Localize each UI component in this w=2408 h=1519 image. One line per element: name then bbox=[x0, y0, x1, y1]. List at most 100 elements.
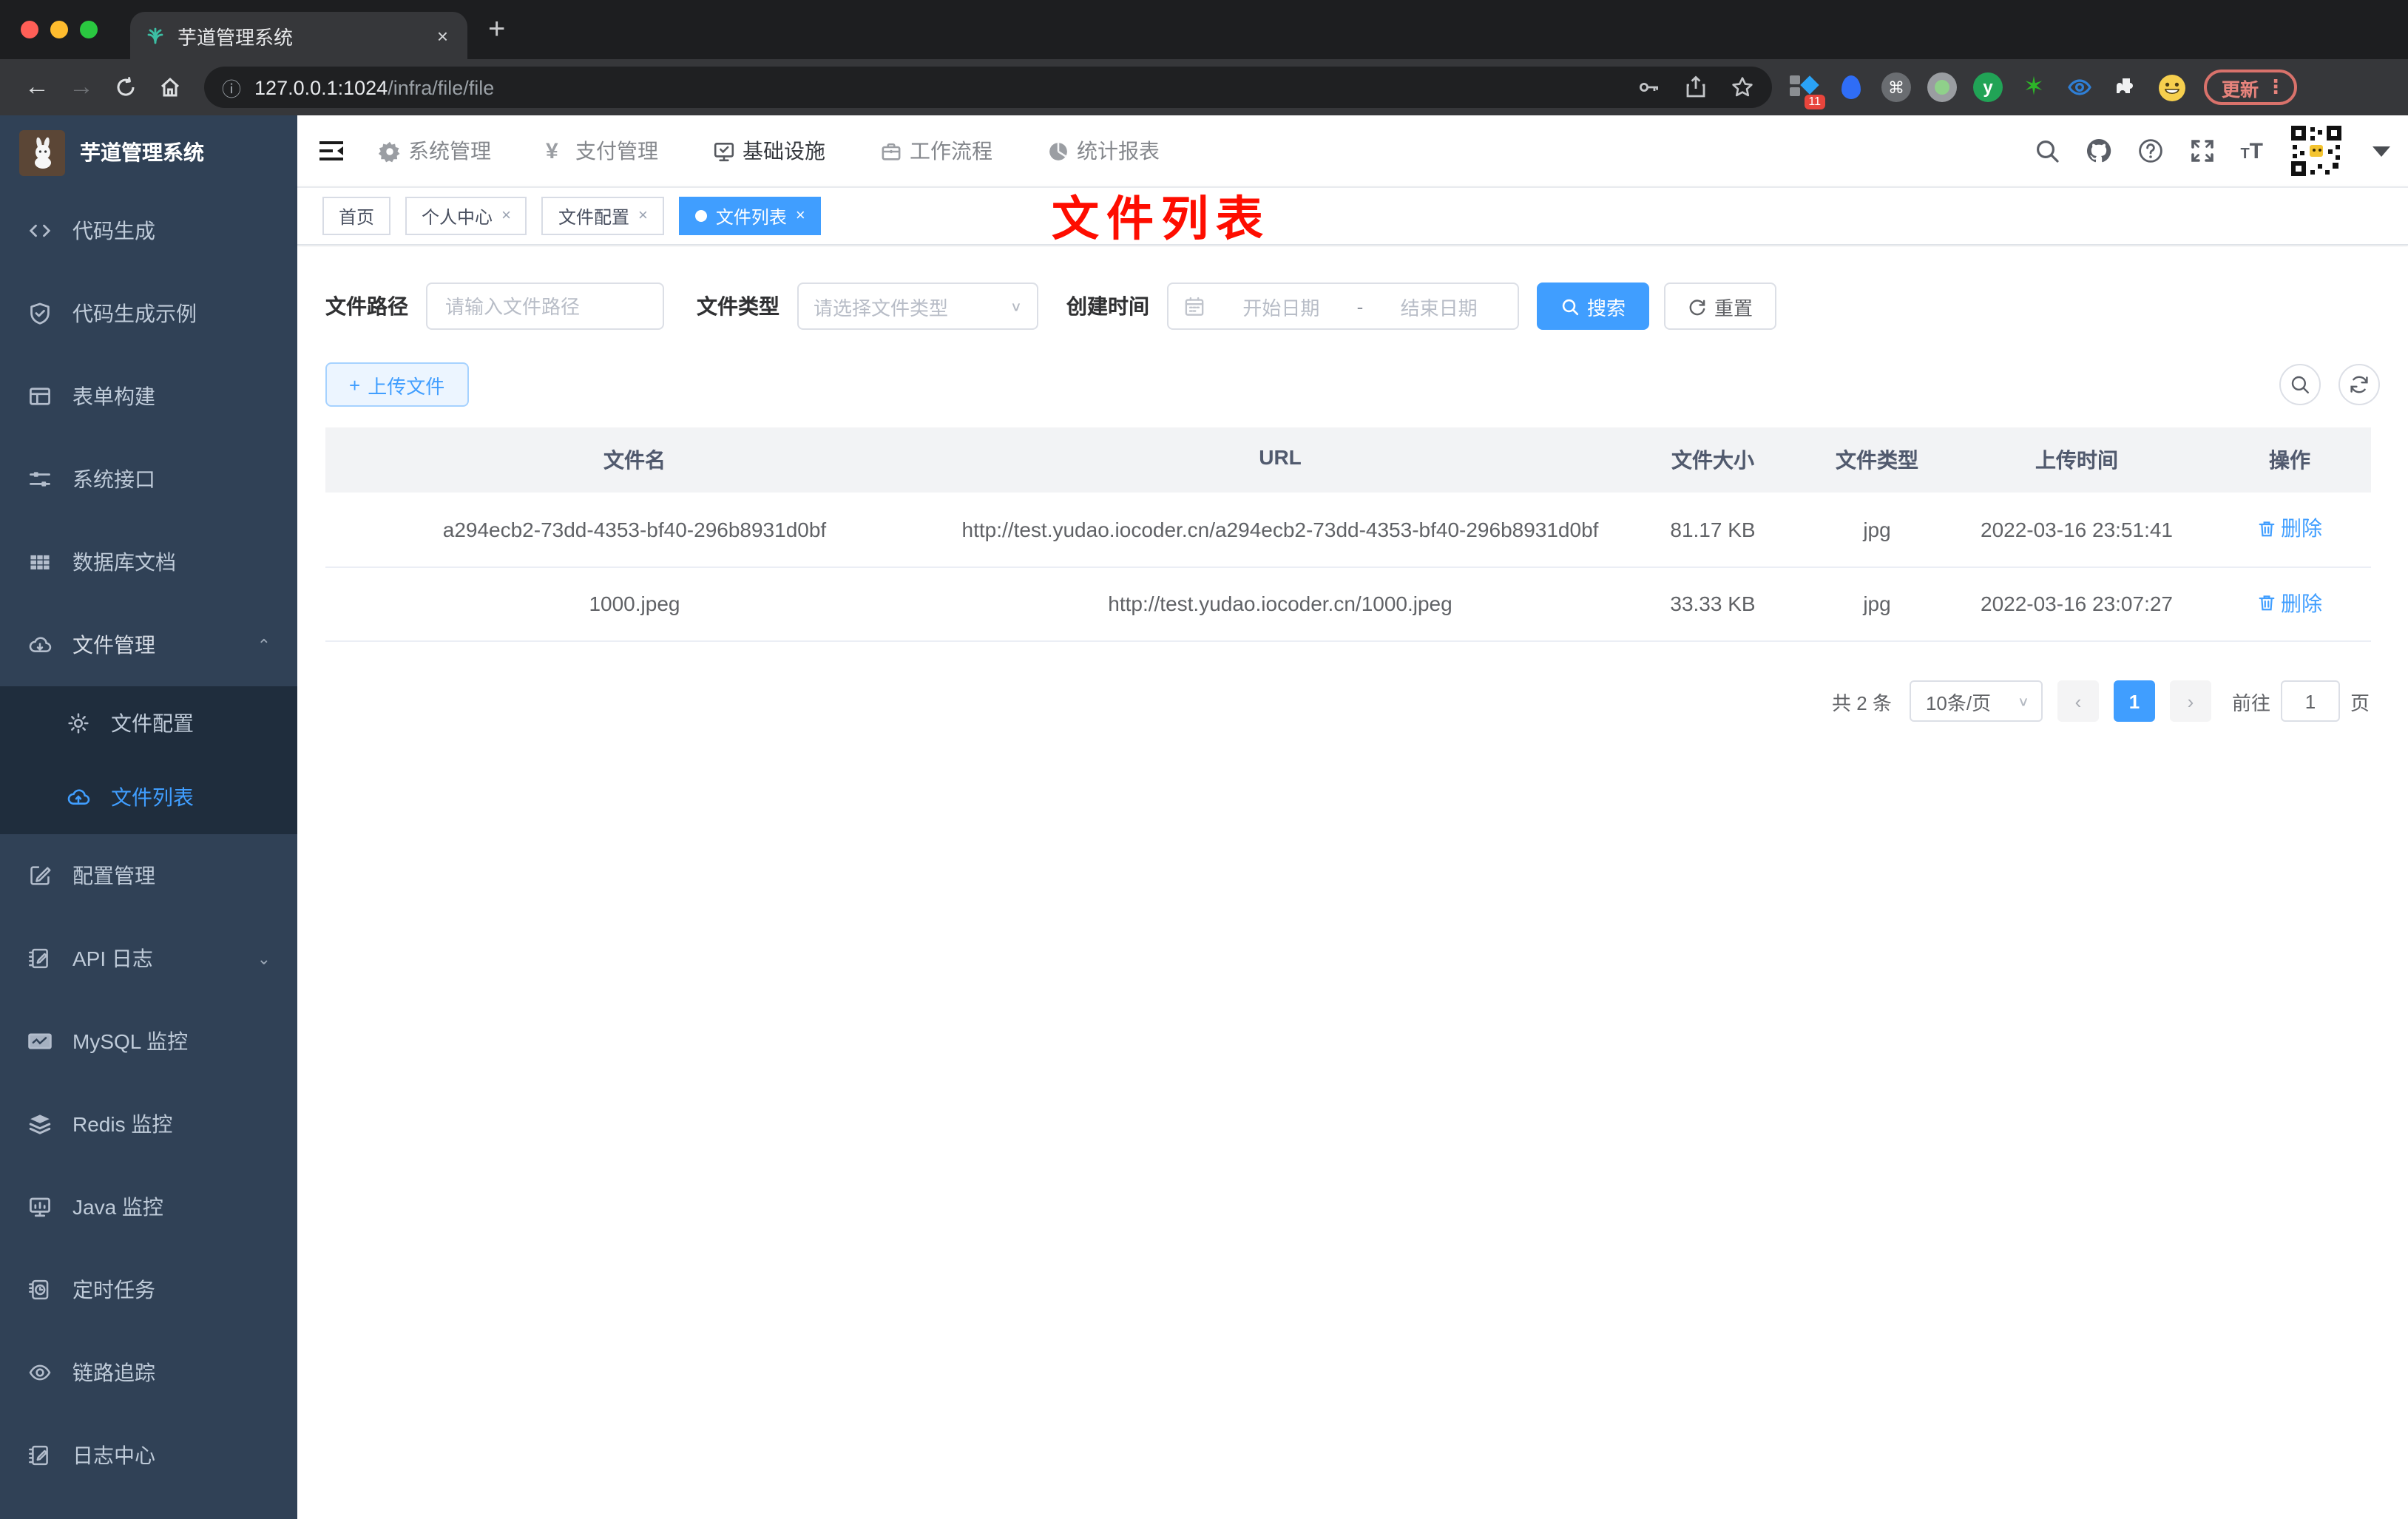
tab-file-config[interactable]: 文件配置 × bbox=[541, 197, 664, 235]
forward-icon[interactable]: → bbox=[59, 72, 104, 102]
page-size-select[interactable]: 10条/页 ∨ bbox=[1909, 680, 2043, 722]
tab-close-icon[interactable]: × bbox=[796, 207, 805, 225]
tab-close-icon[interactable]: × bbox=[501, 207, 511, 225]
topnav-item-system[interactable]: 系统管理 bbox=[379, 136, 491, 166]
tab-close-icon[interactable]: × bbox=[638, 207, 648, 225]
fullscreen-icon[interactable] bbox=[2188, 138, 2215, 164]
header-right-tools: TT bbox=[2033, 123, 2408, 179]
calendar-icon bbox=[1183, 295, 1205, 317]
share-icon[interactable] bbox=[1685, 75, 1707, 99]
sidebar-item-mysql-monitor[interactable]: MySQL 监控 bbox=[0, 1000, 297, 1083]
puzzle-extension-icon[interactable] bbox=[2111, 72, 2140, 102]
dot-extension-icon[interactable] bbox=[1927, 72, 1957, 102]
sidebar-item-db-doc[interactable]: 数据库文档 bbox=[0, 521, 297, 603]
tab-file-list[interactable]: 文件列表 × bbox=[678, 197, 822, 235]
emoji-extension-icon[interactable] bbox=[2157, 72, 2186, 102]
prev-page-button[interactable]: ‹ bbox=[2057, 680, 2099, 722]
tab-home[interactable]: 首页 bbox=[322, 197, 391, 235]
total-count: 共 2 条 bbox=[1832, 691, 1892, 714]
top-nav: 系统管理 ¥ 支付管理 基础设施 工作流程 统计报表 bbox=[379, 136, 1160, 166]
search-button[interactable]: 搜索 bbox=[1537, 283, 1650, 330]
table-row[interactable]: 1000.jpeg http://test.yudao.iocoder.cn/1… bbox=[325, 567, 2371, 642]
tab-close-icon[interactable]: × bbox=[433, 24, 453, 47]
current-page-button[interactable]: 1 bbox=[2113, 680, 2155, 722]
upload-file-button[interactable]: + 上传文件 bbox=[325, 362, 469, 407]
cloud-download-icon bbox=[28, 633, 52, 657]
sidebar-logo[interactable]: 芋道管理系统 bbox=[0, 115, 297, 189]
command-extension-icon[interactable]: ⌘ bbox=[1881, 72, 1911, 102]
filter-form: 文件路径 文件类型 请选择文件类型 ∨ 创建时间 开始日期 - 结束日期 bbox=[325, 283, 2408, 330]
sidebar-item-config-management[interactable]: 配置管理 bbox=[0, 834, 297, 917]
toggle-search-icon[interactable] bbox=[2279, 364, 2321, 405]
sidebar-item-system-api[interactable]: 系统接口 bbox=[0, 438, 297, 521]
topnav-item-payment[interactable]: ¥ 支付管理 bbox=[546, 136, 658, 166]
topnav-item-workflow[interactable]: 工作流程 bbox=[880, 136, 992, 166]
page-unit-label: 页 bbox=[2350, 691, 2370, 714]
pagination: 共 2 条 10条/页 ∨ ‹ 1 › 前往 页 bbox=[297, 680, 2370, 722]
eye-extension-icon[interactable] bbox=[2065, 72, 2094, 102]
window-close-button[interactable] bbox=[21, 21, 38, 38]
sidebar-item-code-generation[interactable]: 代码生成 bbox=[0, 189, 297, 272]
sidebar-item-trace[interactable]: 链路追踪 bbox=[0, 1331, 297, 1414]
github-icon[interactable] bbox=[2085, 138, 2111, 164]
topnav-item-infrastructure[interactable]: 基础设施 bbox=[713, 136, 825, 166]
timer-notebook-icon bbox=[28, 1278, 52, 1302]
browser-menu-icon[interactable]: ⋮ bbox=[2266, 75, 2285, 99]
avatar-dropdown-caret-icon[interactable] bbox=[2373, 146, 2390, 156]
reset-button[interactable]: 重置 bbox=[1664, 283, 1777, 330]
trash-icon bbox=[2257, 518, 2276, 538]
topnav-item-reports[interactable]: 统计报表 bbox=[1047, 136, 1160, 166]
y-extension-icon[interactable]: y bbox=[1973, 72, 2003, 102]
chevron-up-icon: ⌃ bbox=[257, 637, 271, 654]
star-extension-icon[interactable]: ✶ bbox=[2019, 72, 2049, 102]
new-tab-button[interactable]: + bbox=[488, 15, 505, 44]
next-page-button[interactable]: › bbox=[2169, 680, 2211, 722]
font-size-icon[interactable]: TT bbox=[2240, 138, 2263, 163]
browser-tab[interactable]: 芋道管理系统 × bbox=[130, 12, 467, 59]
home-icon[interactable] bbox=[148, 75, 192, 99]
end-date-placeholder[interactable]: 结束日期 bbox=[1375, 292, 1503, 320]
browser-update-button[interactable]: 更新 ⋮ bbox=[2204, 70, 2298, 105]
password-key-icon[interactable] bbox=[1637, 75, 1661, 99]
sidebar-item-form-builder[interactable]: 表单构建 bbox=[0, 355, 297, 438]
sidebar-item-redis-monitor[interactable]: Redis 监控 bbox=[0, 1083, 297, 1166]
url-text[interactable]: 127.0.0.1:1024/infra/file/file bbox=[254, 76, 1637, 98]
sidebar-item-api-log[interactable]: API 日志 ⌄ bbox=[0, 917, 297, 1000]
sidebar-extension-icon[interactable]: 11 bbox=[1790, 72, 1825, 109]
sidebar-item-scheduled-tasks[interactable]: 定时任务 bbox=[0, 1248, 297, 1331]
start-date-placeholder[interactable]: 开始日期 bbox=[1217, 292, 1345, 320]
bookmark-star-icon[interactable] bbox=[1731, 75, 1754, 99]
goto-page-input[interactable] bbox=[2280, 680, 2340, 722]
table-row[interactable]: a294ecb2-73dd-4353-bf40-296b8931d0bf htt… bbox=[325, 493, 2371, 567]
sidebar-item-log-center[interactable]: 日志中心 bbox=[0, 1414, 297, 1497]
app-header: 系统管理 ¥ 支付管理 基础设施 工作流程 统计报表 TT bbox=[297, 115, 2408, 186]
window-minimize-button[interactable] bbox=[50, 21, 68, 38]
reload-icon[interactable] bbox=[104, 75, 148, 99]
gear-icon bbox=[379, 140, 401, 162]
file-type-select[interactable]: 请选择文件类型 ∨ bbox=[797, 283, 1038, 330]
sidebar-item-file-list[interactable]: 文件列表 bbox=[0, 760, 297, 834]
avatar-qr-image[interactable] bbox=[2288, 123, 2344, 179]
tab-profile[interactable]: 个人中心 × bbox=[405, 197, 527, 235]
window-zoom-button[interactable] bbox=[80, 21, 98, 38]
help-icon[interactable] bbox=[2137, 138, 2163, 164]
cell-filename: 1000.jpeg bbox=[589, 592, 680, 616]
collapse-sidebar-icon[interactable] bbox=[317, 136, 346, 166]
delete-button[interactable]: 删除 bbox=[2257, 586, 2322, 619]
site-info-icon[interactable]: ⓘ bbox=[222, 73, 241, 101]
date-range-picker[interactable]: 开始日期 - 结束日期 bbox=[1167, 283, 1519, 330]
file-path-input-field[interactable] bbox=[427, 284, 663, 328]
code-icon bbox=[28, 219, 52, 243]
balloon-extension-icon[interactable] bbox=[1836, 72, 1865, 102]
delete-button[interactable]: 删除 bbox=[2257, 512, 2322, 544]
back-icon[interactable]: ← bbox=[15, 72, 59, 102]
sidebar-item-java-monitor[interactable]: Java 监控 bbox=[0, 1166, 297, 1248]
sidebar-item-code-demo[interactable]: 代码生成示例 bbox=[0, 272, 297, 355]
search-icon[interactable] bbox=[2033, 138, 2060, 164]
refresh-table-icon[interactable] bbox=[2338, 364, 2380, 405]
sidebar-item-file-config[interactable]: 文件配置 bbox=[0, 686, 297, 760]
sidebar-item-file-management[interactable]: 文件管理 ⌃ bbox=[0, 603, 297, 686]
edit-square-icon bbox=[28, 864, 52, 887]
file-path-input[interactable] bbox=[426, 283, 664, 330]
url-bar[interactable]: ⓘ 127.0.0.1:1024/infra/file/file bbox=[204, 67, 1772, 108]
